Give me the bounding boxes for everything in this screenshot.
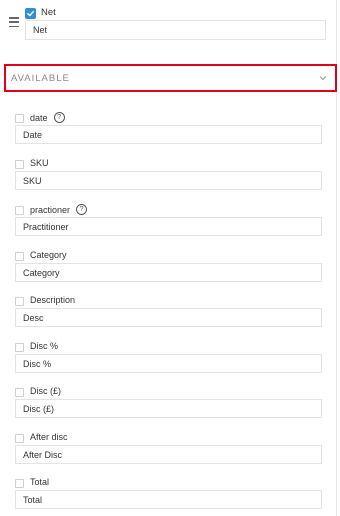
field-input[interactable]: Category — [15, 263, 322, 282]
field-checkbox[interactable] — [15, 252, 24, 261]
field-label-text: practioner — [30, 204, 71, 215]
field-label: practioner? — [30, 204, 88, 215]
field-label: Total — [30, 477, 49, 487]
field-label-text: SKU — [30, 158, 49, 168]
field-label: date? — [30, 112, 65, 123]
field-label: Disc % — [30, 341, 58, 351]
field-input[interactable]: Disc % — [15, 354, 322, 373]
field-input[interactable]: Date — [15, 125, 322, 144]
field-label-text: Total — [30, 477, 50, 487]
field-checkbox[interactable] — [15, 434, 24, 443]
field-checkbox[interactable] — [15, 479, 24, 488]
help-icon[interactable]: ? — [76, 204, 88, 215]
field-label: SKU — [30, 158, 49, 168]
field-input[interactable]: Practitioner — [15, 217, 322, 236]
net-input[interactable]: Net — [25, 20, 326, 40]
net-label: Net — [41, 7, 56, 18]
field-checkbox[interactable] — [15, 297, 24, 306]
field-checkbox[interactable] — [15, 206, 24, 215]
net-checkbox[interactable] — [25, 8, 36, 19]
field-label-text: date — [30, 112, 48, 123]
selected-field-net: Net Net — [0, 0, 336, 58]
field-input[interactable]: Total — [15, 490, 322, 509]
drag-handle-icon[interactable] — [9, 17, 19, 27]
field-label-text: Category — [30, 250, 67, 260]
chevron-down-icon — [319, 76, 327, 81]
available-title: AVAILABLE — [11, 72, 70, 84]
field-checkbox[interactable] — [15, 388, 24, 397]
field-checkbox[interactable] — [15, 343, 24, 352]
check-icon — [27, 10, 34, 17]
field-label-text: Description — [30, 295, 76, 305]
field-checkbox[interactable] — [15, 114, 24, 123]
field-input[interactable]: SKU — [15, 171, 322, 190]
field-label: Description — [30, 295, 75, 305]
field-input[interactable]: Disc (£) — [15, 399, 322, 418]
field-label-text: After disc — [30, 432, 68, 442]
field-label-text: Disc (£) — [30, 386, 61, 396]
help-icon[interactable]: ? — [53, 112, 65, 123]
field-label: After disc — [30, 432, 68, 442]
available-section-header[interactable]: AVAILABLE — [4, 64, 337, 92]
field-label-text: Disc % — [30, 341, 59, 351]
field-label: Category — [30, 250, 67, 260]
field-input[interactable]: Desc — [15, 308, 322, 327]
field-checkbox[interactable] — [15, 160, 24, 169]
field-label: Disc (£) — [30, 386, 61, 396]
field-input[interactable]: After Disc — [15, 445, 322, 464]
